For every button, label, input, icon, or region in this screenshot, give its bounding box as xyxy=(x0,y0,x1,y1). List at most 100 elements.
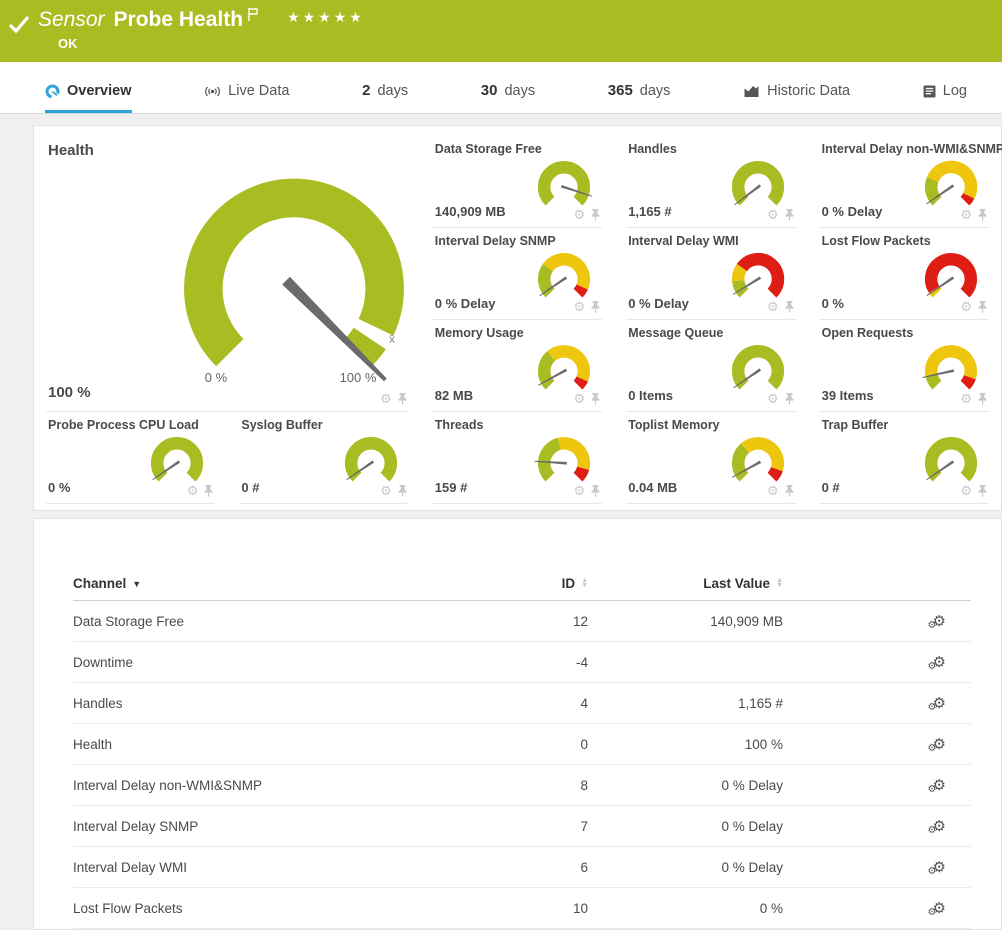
tab-overview[interactable]: Overview xyxy=(45,83,132,113)
pin-icon[interactable] xyxy=(204,485,213,497)
channel-settings-icon[interactable]: ⚙⚙ xyxy=(933,614,971,629)
channel-row[interactable]: Downtime-4⚙⚙ xyxy=(73,642,971,683)
id-header-label: ID xyxy=(562,576,576,591)
channel-name: Downtime xyxy=(73,655,493,670)
channel-id: 12 xyxy=(493,614,588,629)
gear-icon[interactable]: ⚙ xyxy=(380,392,392,405)
gear-icon[interactable]: ⚙ xyxy=(960,484,972,497)
column-header-last-value[interactable]: Last Value ▲▼ xyxy=(588,576,783,591)
column-header-channel[interactable]: Channel ▼ xyxy=(73,576,493,591)
gear-icon[interactable]: ⚙ xyxy=(574,484,586,497)
channel-row[interactable]: Interval Delay WMI60 % Delay⚙⚙ xyxy=(73,847,971,888)
pin-icon[interactable] xyxy=(978,393,987,405)
channel-row[interactable]: Data Storage Free12140,909 MB⚙⚙ xyxy=(73,601,971,642)
channel-last-value: 1,165 # xyxy=(588,696,783,711)
gear-icon[interactable]: ⚙ xyxy=(574,300,586,313)
pin-icon[interactable] xyxy=(785,301,794,313)
channel-settings-icon[interactable]: ⚙⚙ xyxy=(933,655,971,670)
channel-name: Interval Delay SNMP xyxy=(73,819,493,834)
tab-log[interactable]: Log xyxy=(923,83,967,113)
pin-icon[interactable] xyxy=(785,209,794,221)
gear-icon[interactable]: ⚙ xyxy=(767,392,779,405)
gauge-value: 0 # xyxy=(822,480,840,495)
gear-icon[interactable]: ⚙ xyxy=(574,392,586,405)
tab-label: days xyxy=(640,83,671,99)
channel-settings-icon[interactable]: ⚙⚙ xyxy=(933,696,971,711)
gauge-cell-interval-delay-non-wmi-snmp: Interval Delay non-WMI&SNMP0 % Delay⚙ xyxy=(820,136,989,228)
gear-icon[interactable]: ⚙ xyxy=(960,300,972,313)
gauge-title: Trap Buffer xyxy=(822,418,889,432)
gauge-cell-interval-delay-wmi: Interval Delay WMI0 % Delay⚙ xyxy=(626,228,795,320)
channel-name: Handles xyxy=(73,696,493,711)
gauge-value: 1,165 # xyxy=(628,204,671,219)
gear-icon[interactable]: ⚙ xyxy=(767,484,779,497)
prtg-sensor-page: { "header": { "kind_label": "Sensor", "t… xyxy=(0,0,1002,930)
channel-settings-icon[interactable]: ⚙⚙ xyxy=(933,737,971,752)
priority-stars[interactable]: ★★★★★ xyxy=(287,9,365,26)
gear-icon[interactable]: ⚙ xyxy=(767,208,779,221)
channel-row[interactable]: Handles41,165 #⚙⚙ xyxy=(73,683,971,724)
column-header-id[interactable]: ID ▲▼ xyxy=(493,576,588,591)
tab-historic-data[interactable]: Historic Data xyxy=(743,83,850,113)
gauge-cell-probe-process-cpu-load: Probe Process CPU Load0 %⚙ xyxy=(46,412,215,504)
channel-name: Lost Flow Packets xyxy=(73,901,493,916)
channel-settings-icon[interactable]: ⚙⚙ xyxy=(933,819,971,834)
pin-icon[interactable] xyxy=(785,393,794,405)
flag-icon[interactable] xyxy=(248,8,259,26)
channel-name: Data Storage Free xyxy=(73,614,493,629)
pin-icon[interactable] xyxy=(591,393,600,405)
tab-30-days[interactable]: 30days xyxy=(481,82,535,113)
gear-icon[interactable]: ⚙ xyxy=(960,392,972,405)
channel-settings-icon[interactable]: ⚙⚙ xyxy=(933,778,971,793)
gear-icon[interactable]: ⚙ xyxy=(187,484,199,497)
gear-icon[interactable]: ⚙ xyxy=(574,208,586,221)
gauge-cell-trap-buffer: Trap Buffer 0 # ⚙ xyxy=(820,412,989,504)
gear-icon[interactable]: ⚙ xyxy=(380,484,392,497)
gear-icon[interactable]: ⚙ xyxy=(767,300,779,313)
gauge-cell-health: Health 0 % 100 % x̄ 100 % ⚙ xyxy=(46,136,409,412)
historic-data-icon xyxy=(743,84,760,98)
pin-icon[interactable] xyxy=(978,301,987,313)
tab-365-days[interactable]: 365 days xyxy=(608,82,671,113)
pin-icon[interactable] xyxy=(978,485,987,497)
pin-icon[interactable] xyxy=(591,485,600,497)
gear-icon[interactable]: ⚙ xyxy=(960,208,972,221)
gauge-cell-handles: Handles1,165 #⚙ xyxy=(626,136,795,228)
gauge-value: 0 # xyxy=(241,480,259,495)
channel-row[interactable]: Interval Delay non-WMI&SNMP80 % Delay⚙⚙ xyxy=(73,765,971,806)
tab-label: days xyxy=(504,83,535,99)
gauges-panel: Health 0 % 100 % x̄ 100 % ⚙ Data Storage… xyxy=(33,125,1002,511)
channel-id: 10 xyxy=(493,901,588,916)
gauge-value: 0.04 MB xyxy=(628,480,677,495)
channel-settings-icon[interactable]: ⚙⚙ xyxy=(933,901,971,916)
gauge-icon xyxy=(45,84,60,99)
gauge-value: 0 % Delay xyxy=(435,296,496,311)
channel-row[interactable]: Health0100 %⚙⚙ xyxy=(73,724,971,765)
gauge-title: Lost Flow Packets xyxy=(822,234,931,248)
average-marker-label: x̄ xyxy=(389,332,395,346)
pin-icon[interactable] xyxy=(591,301,600,313)
gauge-cell-syslog-buffer: Syslog Buffer0 #⚙ xyxy=(239,412,408,504)
sort-toggle-icon: ▲▼ xyxy=(776,579,783,588)
gauge-cell-data-storage-free: Data Storage Free140,909 MB⚙ xyxy=(433,136,602,228)
channel-row[interactable]: Interval Delay SNMP70 % Delay⚙⚙ xyxy=(73,806,971,847)
channel-last-value: 100 % xyxy=(588,737,783,752)
channel-id: 7 xyxy=(493,819,588,834)
pin-icon[interactable] xyxy=(978,209,987,221)
channel-row[interactable]: Lost Flow Packets100 %⚙⚙ xyxy=(73,888,971,929)
gauge-cell-toplist-memory: Toplist Memory0.04 MB⚙ xyxy=(626,412,795,504)
tab-label: Live Data xyxy=(228,83,289,99)
tab-number: 365 xyxy=(608,82,633,99)
gauge-value: 0 % Delay xyxy=(822,204,883,219)
channel-settings-icon[interactable]: ⚙⚙ xyxy=(933,860,971,875)
tab-2-days[interactable]: 2days xyxy=(362,82,408,113)
tab-live-data[interactable]: Live Data xyxy=(204,83,289,113)
gauge-value: 0 Items xyxy=(628,388,673,403)
pin-icon[interactable] xyxy=(398,485,407,497)
pin-icon[interactable] xyxy=(591,209,600,221)
pin-icon[interactable] xyxy=(785,485,794,497)
gauge-cell-interval-delay-snmp: Interval Delay SNMP0 % Delay⚙ xyxy=(433,228,602,320)
gauge-value: 0 % Delay xyxy=(628,296,689,311)
channels-panel: Channel ▼ ID ▲▼ Last Value ▲▼ Data Stora… xyxy=(33,518,1002,930)
pin-icon[interactable] xyxy=(398,393,407,405)
